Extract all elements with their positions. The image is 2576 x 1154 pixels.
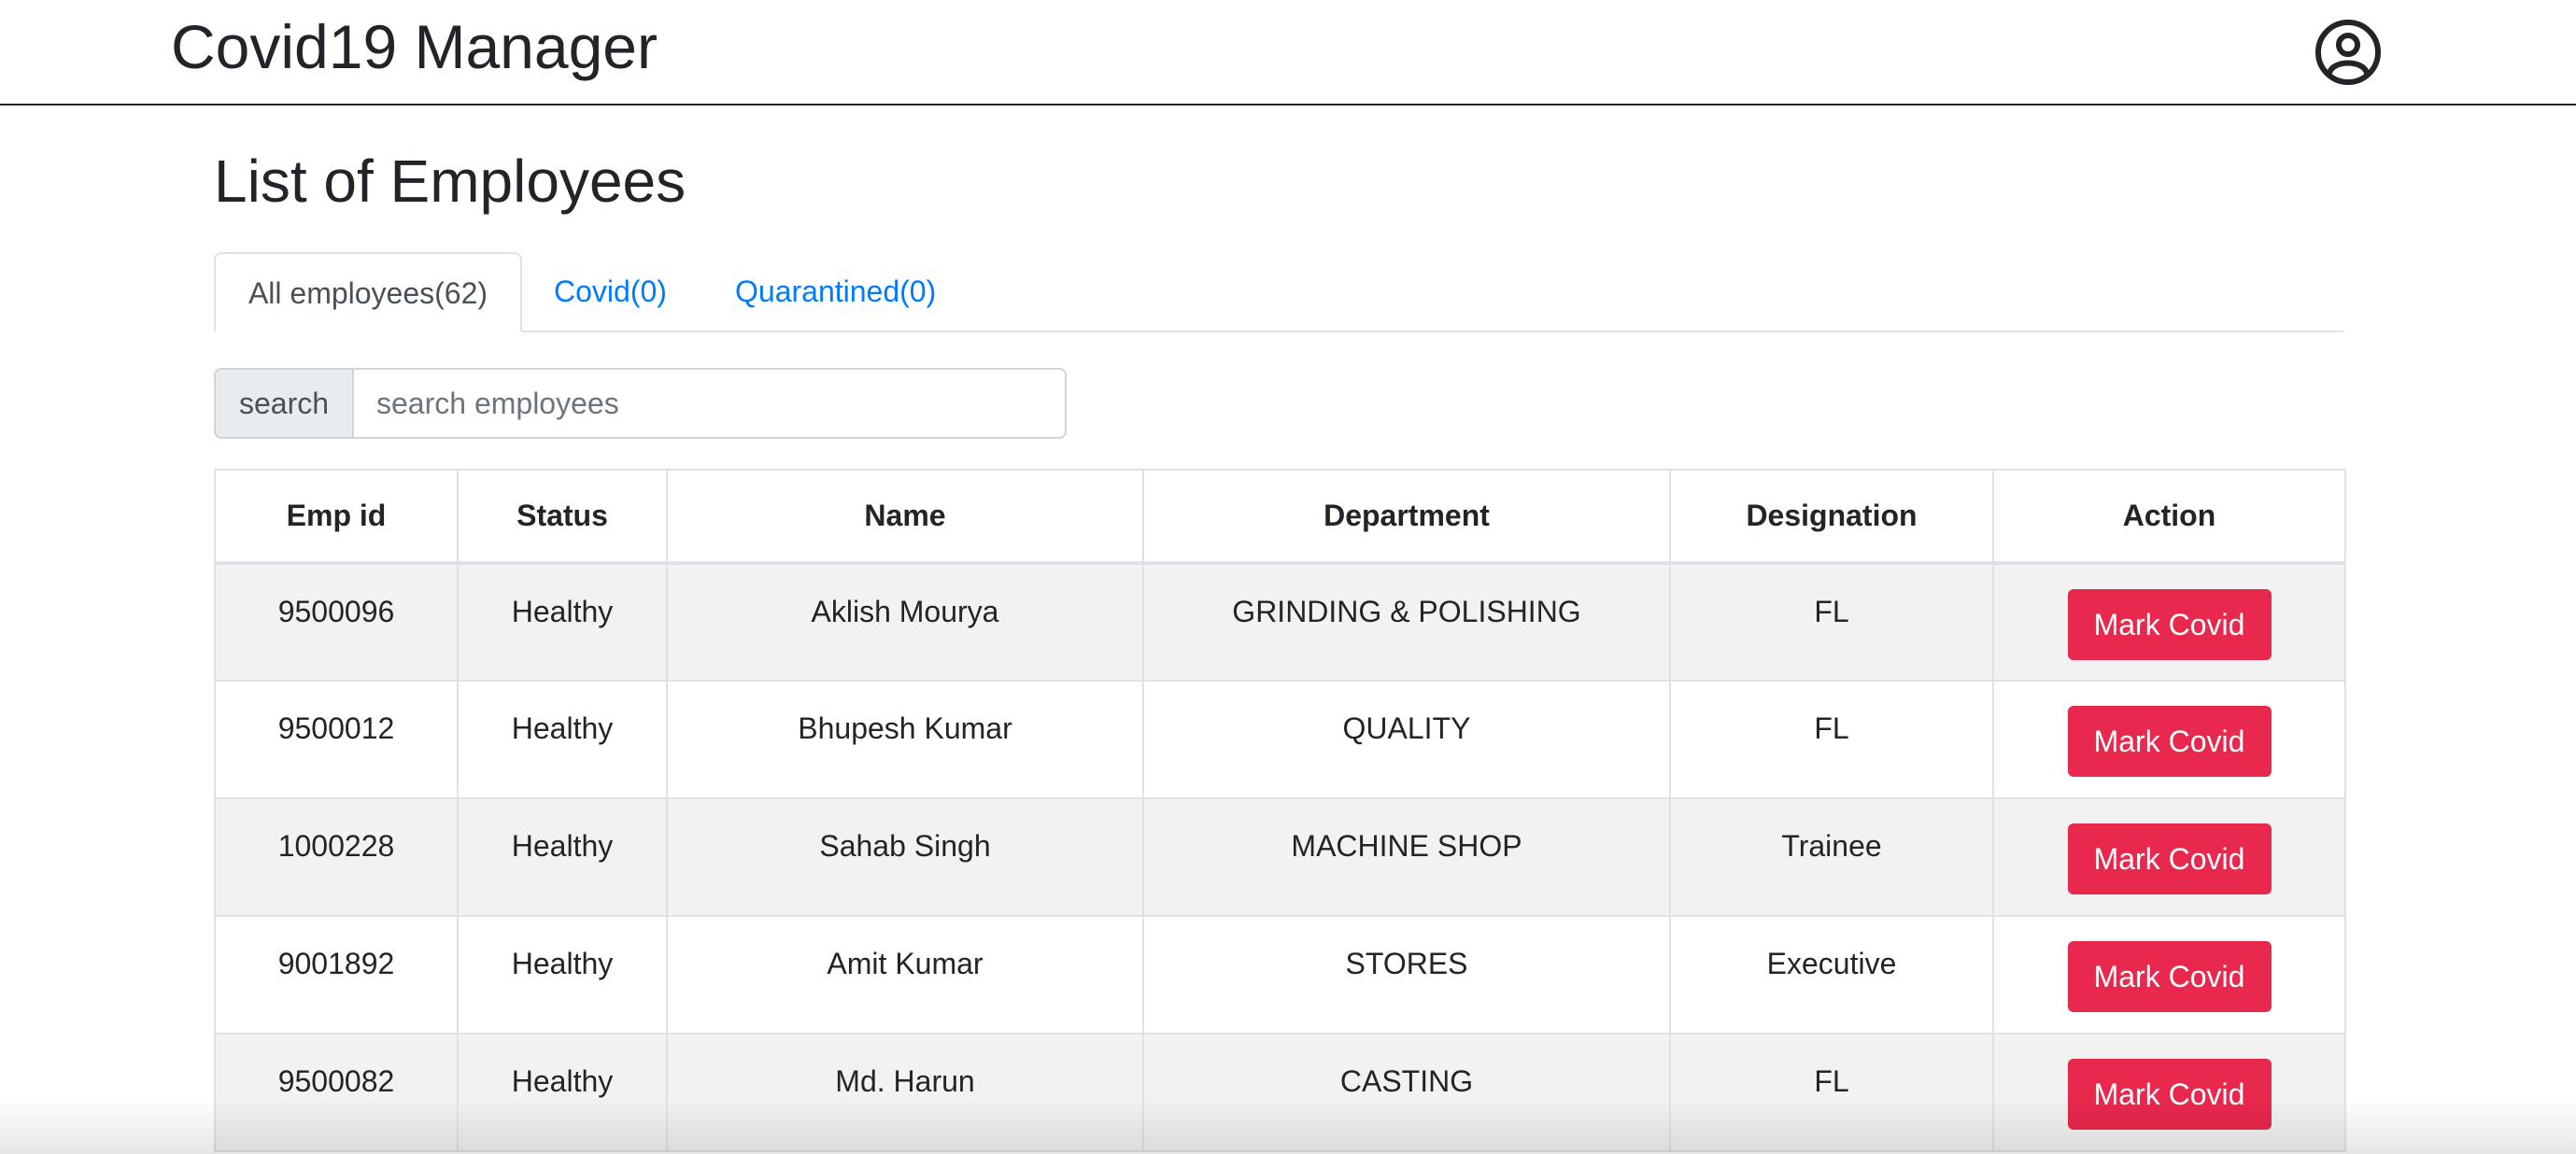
department-cell: MACHINE SHOP: [1142, 797, 1671, 917]
designation-cell: Executive: [1669, 915, 1994, 1034]
mark-covid-button[interactable]: Mark Covid: [2067, 941, 2272, 1012]
user-circle-icon[interactable]: [2314, 19, 2382, 86]
designation-cell: FL: [1669, 1033, 1994, 1152]
tab-covid[interactable]: Covid(0): [554, 252, 667, 331]
mark-covid-button[interactable]: Mark Covid: [2067, 589, 2272, 660]
tab-all-employees[interactable]: All employees(62): [214, 252, 522, 332]
table-row: 9500096 Healthy Aklish Mourya GRINDING &…: [214, 562, 2346, 682]
table-row: 9500082 Healthy Md. Harun CASTING FL Mar…: [214, 1033, 2346, 1152]
action-cell: Mark Covid: [1992, 680, 2346, 799]
navbar: Covid19 Manager: [0, 0, 2576, 106]
mark-covid-button[interactable]: Mark Covid: [2067, 1059, 2272, 1130]
emp-id-cell: 1000228: [214, 797, 459, 917]
employees-table: Emp id Status Name Department Designatio…: [214, 469, 2346, 1152]
search-label: search: [214, 368, 352, 439]
status-cell: Healthy: [457, 915, 668, 1034]
emp-id-cell: 9500096: [214, 562, 459, 682]
department-cell: STORES: [1142, 915, 1671, 1034]
table-row: 1000228 Healthy Sahab Singh MACHINE SHOP…: [214, 797, 2346, 917]
action-cell: Mark Covid: [1992, 562, 2346, 682]
mark-covid-button[interactable]: Mark Covid: [2067, 706, 2272, 777]
search-group: search: [214, 368, 1067, 439]
app-title[interactable]: Covid19 Manager: [171, 9, 658, 84]
emp-id-cell: 9001892: [214, 915, 459, 1034]
emp-id-cell: 9500082: [214, 1033, 459, 1152]
tab-quarantined[interactable]: Quarantined(0): [735, 252, 936, 331]
table-row: 9001892 Healthy Amit Kumar STORES Execut…: [214, 915, 2346, 1034]
status-cell: Healthy: [457, 680, 668, 799]
column-header-designation[interactable]: Designation: [1669, 469, 1994, 565]
name-cell: Md. Harun: [666, 1033, 1144, 1152]
mark-covid-button[interactable]: Mark Covid: [2067, 823, 2272, 894]
status-cell: Healthy: [457, 562, 668, 682]
action-cell: Mark Covid: [1992, 797, 2346, 917]
emp-id-cell: 9500012: [214, 680, 459, 799]
column-header-department[interactable]: Department: [1142, 469, 1671, 565]
name-cell: Sahab Singh: [666, 797, 1144, 917]
name-cell: Amit Kumar: [666, 915, 1144, 1034]
designation-cell: Trainee: [1669, 797, 1994, 917]
designation-cell: FL: [1669, 680, 1994, 799]
department-cell: QUALITY: [1142, 680, 1671, 799]
department-cell: GRINDING & POLISHING: [1142, 562, 1671, 682]
name-cell: Bhupesh Kumar: [666, 680, 1144, 799]
name-cell: Aklish Mourya: [666, 562, 1144, 682]
page-title: List of Employees: [214, 148, 686, 215]
column-header-emp-id[interactable]: Emp id: [214, 469, 459, 565]
table-row: 9500012 Healthy Bhupesh Kumar QUALITY FL…: [214, 680, 2346, 799]
table-header-row: Emp id Status Name Department Designatio…: [214, 469, 2346, 565]
tab-bar: All employees(62) Covid(0) Quarantined(0…: [214, 252, 2343, 332]
designation-cell: FL: [1669, 562, 1994, 682]
search-input[interactable]: [352, 368, 1067, 439]
column-header-name[interactable]: Name: [666, 469, 1144, 565]
column-header-status[interactable]: Status: [457, 469, 668, 565]
action-cell: Mark Covid: [1992, 915, 2346, 1034]
department-cell: CASTING: [1142, 1033, 1671, 1152]
column-header-action: Action: [1992, 469, 2346, 565]
action-cell: Mark Covid: [1992, 1033, 2346, 1152]
status-cell: Healthy: [457, 797, 668, 917]
status-cell: Healthy: [457, 1033, 668, 1152]
